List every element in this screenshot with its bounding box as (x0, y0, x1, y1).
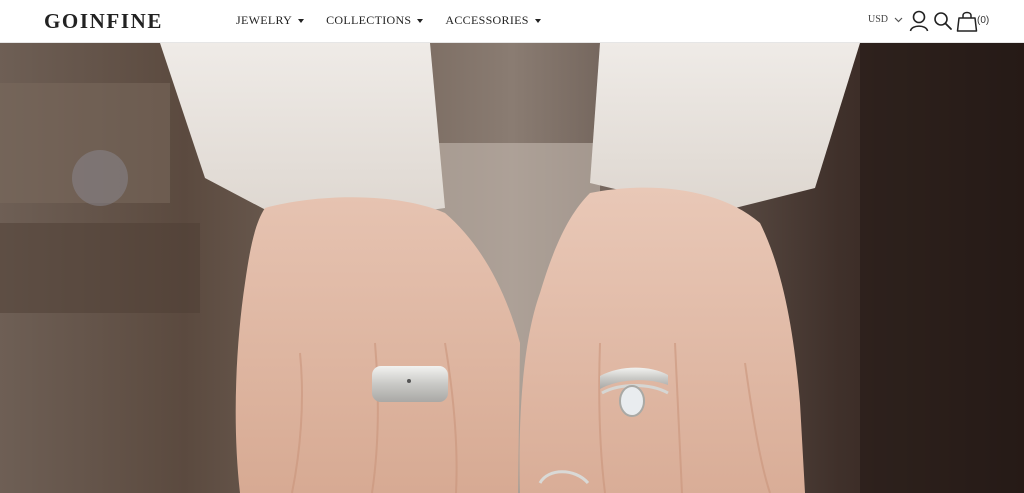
cart-count[interactable]: (0) (977, 15, 989, 26)
search-icon[interactable] (933, 10, 953, 37)
nav-collections-label: COLLECTIONS (326, 13, 412, 27)
currency-selector[interactable]: USD (868, 14, 903, 25)
brand-logo[interactable]: GOINFINE (44, 9, 163, 34)
wide-silver-ring (372, 366, 448, 402)
nav-collections[interactable]: COLLECTIONS (326, 13, 424, 28)
user-icon[interactable] (909, 10, 929, 37)
currency-label: USD (868, 14, 889, 25)
hero-banner (0, 43, 1024, 493)
moonstone-ring (619, 385, 645, 417)
nav-accessories-label: ACCESSORIES (445, 13, 529, 27)
caret-down-icon (534, 18, 541, 23)
main-nav: JEWELRY COLLECTIONS ACCESSORIES (236, 13, 563, 28)
nav-accessories[interactable]: ACCESSORIES (445, 13, 541, 28)
nav-jewelry[interactable]: JEWELRY (236, 13, 305, 28)
cart-icon[interactable] (956, 10, 978, 37)
caret-down-icon (417, 18, 424, 23)
site-header: GOINFINE JEWELRY COLLECTIONS ACCESSORIES… (0, 0, 1024, 43)
hero-image (0, 43, 1024, 493)
caret-down-icon (298, 18, 305, 23)
chevron-down-icon (894, 17, 903, 22)
nav-jewelry-label: JEWELRY (236, 13, 293, 27)
